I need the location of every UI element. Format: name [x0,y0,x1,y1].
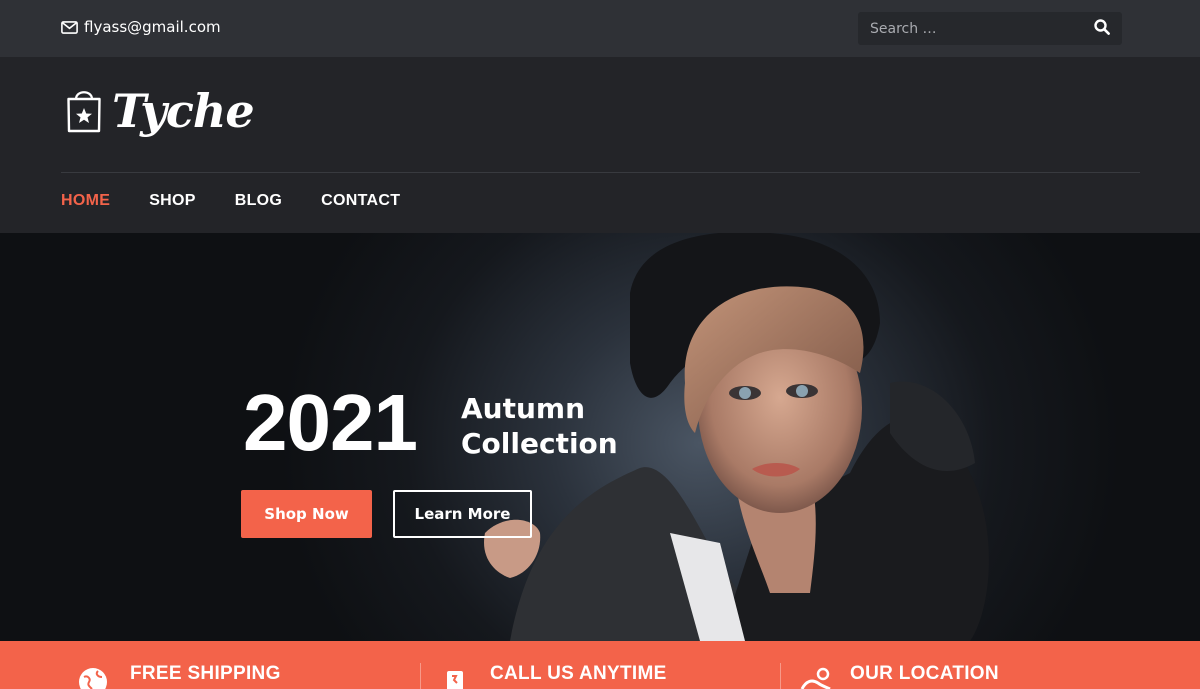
nav-item-blog[interactable]: BLOG [235,192,282,210]
feature-title: FREE SHIPPING [130,663,281,684]
feature-location: OUR LOCATION [780,641,1200,689]
search-icon [1094,18,1110,39]
hero-banner: 2021 Autumn Collection Shop Now Learn Mo… [0,233,1200,641]
hero-subtitle: Autumn Collection [461,391,618,461]
features-bar: FREE SHIPPING CALL US ANYTIME OUR LOCATI… [0,641,1200,689]
top-bar: flyass@gmail.com [0,0,1200,57]
feature-free-shipping: FREE SHIPPING [0,641,420,689]
shop-now-button[interactable]: Shop Now [241,490,372,538]
header-divider [61,172,1140,173]
search-input[interactable] [858,12,1082,45]
logo-wordmark: Tyche [112,84,255,138]
feature-title: CALL US ANYTIME [490,663,667,684]
globe-icon [78,667,108,689]
nav-item-contact[interactable]: CONTACT [321,192,400,210]
site-logo[interactable]: Tyche [66,84,255,138]
search-button[interactable] [1082,12,1122,45]
location-icon [800,667,832,689]
hero-subtitle-line-1: Autumn [461,392,586,425]
nav-item-shop[interactable]: SHOP [149,192,196,210]
search-form [858,12,1122,45]
feature-call-us: CALL US ANYTIME [420,641,780,689]
email-text: flyass@gmail.com [84,18,221,36]
learn-more-button[interactable]: Learn More [393,490,532,538]
contact-email[interactable]: flyass@gmail.com [61,18,221,36]
hero-year: 2021 [243,378,418,467]
hero-subtitle-line-2: Collection [461,427,618,460]
phone-icon [446,667,464,689]
envelope-icon [61,20,78,34]
shopping-bag-icon [66,85,102,137]
nav-item-home[interactable]: HOME [61,192,110,210]
main-nav: HOME SHOP BLOG CONTACT [61,192,439,210]
site-header: Tyche HOME SHOP BLOG CONTACT [0,57,1200,233]
feature-title: OUR LOCATION [850,663,999,684]
